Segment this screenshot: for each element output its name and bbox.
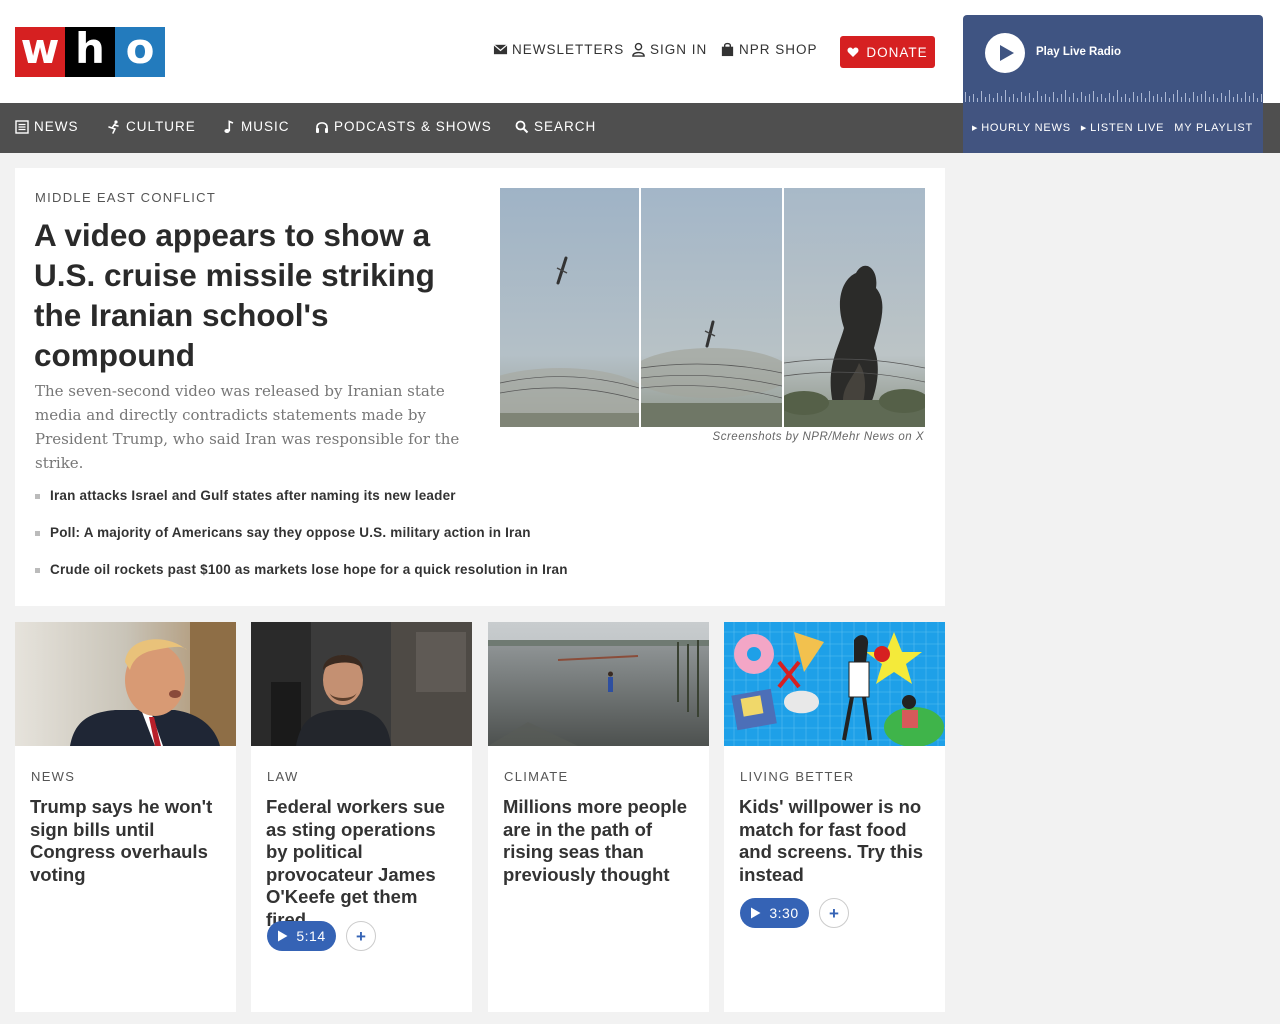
card-kicker[interactable]: NEWS xyxy=(31,769,75,784)
card-headline[interactable]: Federal workers sue as sting operations … xyxy=(266,796,461,932)
play-triangle-icon: ▶ xyxy=(1080,125,1088,132)
my-playlist-link[interactable]: MY PLAYLIST xyxy=(1174,122,1253,134)
newsletters-label: NEWSLETTERS xyxy=(512,42,625,57)
play-icon xyxy=(278,930,288,942)
flooded-road-photo[interactable] xyxy=(488,622,709,746)
listen-live-link[interactable]: ▶ LISTEN LIVE xyxy=(1081,122,1164,134)
related-link[interactable]: Iran attacks Israel and Gulf states afte… xyxy=(35,488,735,525)
explosion-frame xyxy=(784,188,925,427)
live-radio-links: ▶ HOURLY NEWS ▶ LISTEN LIVE MY PLAYLIST xyxy=(963,103,1263,153)
trump-photo[interactable] xyxy=(15,622,236,746)
hourly-news-label: HOURLY NEWS xyxy=(981,122,1071,134)
nav-item-podcasts[interactable]: PODCASTS & SHOWS xyxy=(315,119,492,134)
audio-controls: 3:30 + xyxy=(740,898,849,928)
lead-story: MIDDLE EAST CONFLICT A video appears to … xyxy=(15,168,945,606)
plus-icon: + xyxy=(829,903,839,923)
play-live-radio-label[interactable]: Play Live Radio xyxy=(1036,46,1121,58)
live-radio-panel: Play Live Radio ▶ HOURLY NEWS ▶ LISTEN LIV xyxy=(963,15,1263,153)
lead-teaser[interactable]: The seven-second video was released by I… xyxy=(35,379,460,475)
shop-label: NPR SHOP xyxy=(739,42,818,57)
nav-label-podcasts: PODCASTS & SHOWS xyxy=(334,119,492,134)
hourly-news-link[interactable]: ▶ HOURLY NEWS xyxy=(972,122,1071,134)
story-card: NEWS Trump says he won't sign bills unti… xyxy=(15,622,236,1012)
lead-kicker[interactable]: MIDDLE EAST CONFLICT xyxy=(35,190,216,205)
audio-duration: 3:30 xyxy=(769,905,799,921)
okeefe-photo[interactable] xyxy=(251,622,472,746)
play-icon xyxy=(751,907,761,919)
audio-waveform xyxy=(965,90,1262,102)
play-icon xyxy=(1000,45,1014,61)
newsletters-link[interactable]: NEWSLETTERS xyxy=(493,42,624,57)
sign-in-label: SIGN IN xyxy=(650,42,708,57)
missile-frame-1 xyxy=(500,188,639,427)
card-kicker[interactable]: LIVING BETTER xyxy=(740,769,854,784)
nav-label-news: NEWS xyxy=(34,119,79,134)
news-icon xyxy=(15,119,29,134)
music-icon xyxy=(224,119,234,133)
photo-credit: Screenshots by NPR/Mehr News on X xyxy=(712,431,924,443)
logo-letter-h: h xyxy=(65,27,115,77)
nav-label-culture: CULTURE xyxy=(126,119,196,134)
related-link[interactable]: Crude oil rockets past $100 as markets l… xyxy=(35,562,735,599)
logo-letter-w: w xyxy=(15,27,65,77)
play-live-radio-button[interactable] xyxy=(985,33,1025,73)
missile-frame-2 xyxy=(641,188,782,427)
site-logo[interactable]: w h o xyxy=(15,27,165,77)
card-headline[interactable]: Kids' willpower is no match for fast foo… xyxy=(739,796,934,886)
logo-letter-o: o xyxy=(115,27,165,77)
nav-label-search: SEARCH xyxy=(534,119,597,134)
nav-item-news[interactable]: NEWS xyxy=(15,119,79,134)
listen-live-label: LISTEN LIVE xyxy=(1090,122,1165,134)
donate-button[interactable]: DONATE xyxy=(840,36,935,68)
user-icon xyxy=(632,42,645,57)
nav-item-music[interactable]: MUSIC xyxy=(222,119,290,134)
plus-icon: + xyxy=(356,926,366,946)
card-headline[interactable]: Trump says he won't sign bills until Con… xyxy=(30,796,225,886)
lead-headline[interactable]: A video appears to show a U.S. cruise mi… xyxy=(34,215,464,375)
shop-link[interactable]: NPR SHOP xyxy=(720,42,818,57)
story-card: LAW Federal workers sue as sting operati… xyxy=(251,622,472,1012)
story-card: CLIMATE Millions more people are in the … xyxy=(488,622,709,1012)
main-nav: NEWS CULTURE MUSIC PODCASTS & SHOWS SEAR… xyxy=(0,103,963,153)
lead-photo[interactable] xyxy=(500,188,925,427)
story-card: LIVING BETTER Kids' willpower is no matc… xyxy=(724,622,945,1012)
play-audio-button[interactable]: 5:14 xyxy=(267,921,336,951)
card-kicker[interactable]: CLIMATE xyxy=(504,769,568,784)
envelope-icon xyxy=(493,44,508,55)
search-icon xyxy=(515,120,529,133)
audio-controls: 5:14 + xyxy=(267,921,376,951)
shopping-bag-icon xyxy=(721,42,734,57)
nav-label-music: MUSIC xyxy=(241,119,290,134)
culture-icon xyxy=(108,119,119,134)
nav-extension xyxy=(1263,103,1280,153)
card-kicker[interactable]: LAW xyxy=(267,769,299,784)
related-links: Iran attacks Israel and Gulf states afte… xyxy=(35,488,735,599)
nav-item-search[interactable]: SEARCH xyxy=(515,119,596,134)
play-triangle-icon: ▶ xyxy=(972,125,979,132)
heart-icon xyxy=(847,47,859,57)
add-to-playlist-button[interactable]: + xyxy=(819,898,849,928)
play-audio-button[interactable]: 3:30 xyxy=(740,898,809,928)
nav-item-culture[interactable]: CULTURE xyxy=(107,119,196,134)
related-link[interactable]: Poll: A majority of Americans say they o… xyxy=(35,525,735,562)
add-to-playlist-button[interactable]: + xyxy=(346,921,376,951)
donate-label: DONATE xyxy=(866,44,928,60)
audio-duration: 5:14 xyxy=(296,928,326,944)
willpower-illustration[interactable] xyxy=(724,622,945,746)
card-headline[interactable]: Millions more people are in the path of … xyxy=(503,796,698,886)
sign-in-link[interactable]: SIGN IN xyxy=(631,42,707,57)
headphones-icon xyxy=(316,121,328,133)
